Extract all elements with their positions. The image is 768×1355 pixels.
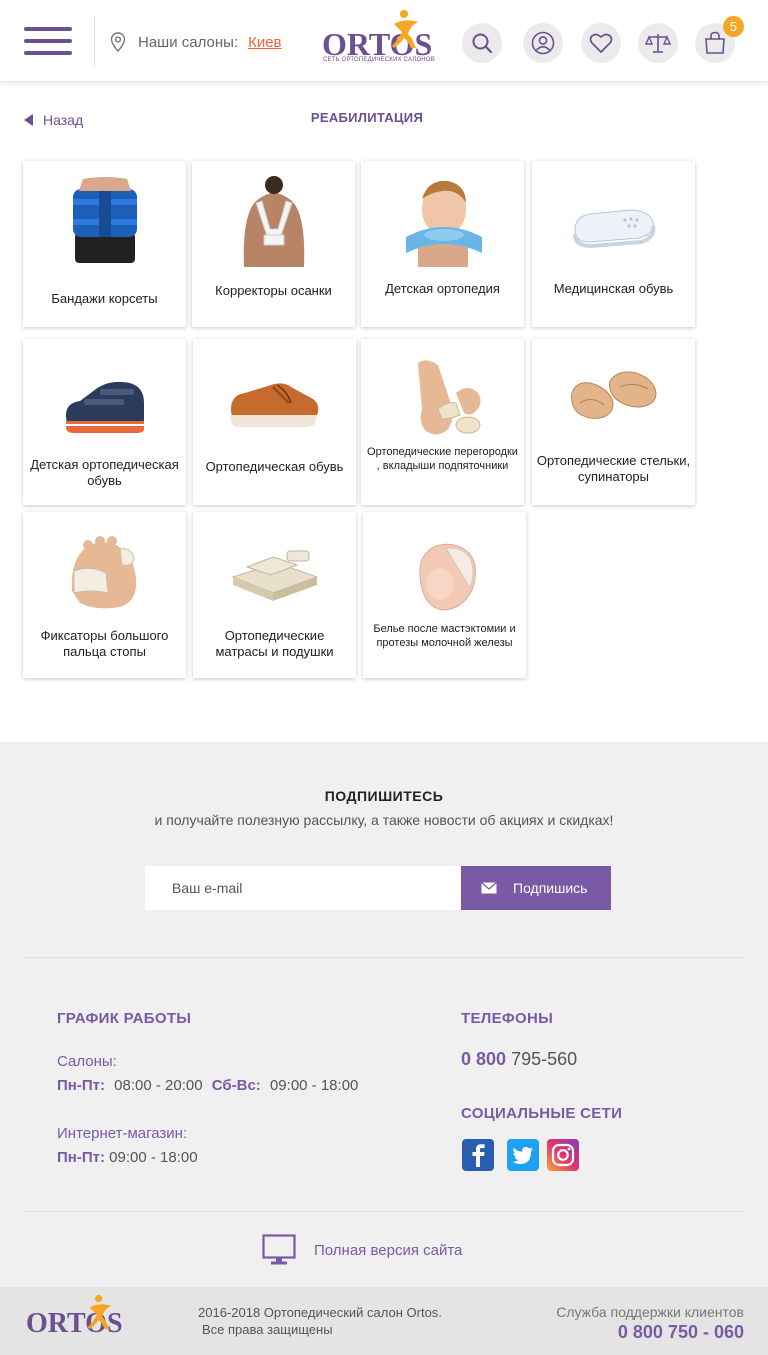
search-button[interactable] bbox=[462, 23, 502, 63]
phone-number[interactable]: 0 800 795-560 bbox=[461, 1049, 577, 1070]
monitor-icon bbox=[262, 1234, 296, 1265]
posture-corrector-image bbox=[192, 171, 355, 271]
logo-figure-icon bbox=[392, 10, 418, 48]
cart-count-badge: 5 bbox=[723, 16, 744, 37]
category-card-medical-shoes[interactable]: Медицинская обувь bbox=[532, 161, 695, 327]
heart-icon bbox=[589, 33, 613, 53]
weekend-label: Сб-Вс: bbox=[211, 1077, 261, 1094]
header: Наши салоны: Киев ORTOS СЕТЬ ОРТОПЕДИЧЕС… bbox=[0, 0, 768, 82]
city-link[interactable]: Киев bbox=[248, 34, 281, 51]
orthopedic-shoe-image bbox=[193, 349, 356, 449]
copyright-line2: Все права защищены bbox=[202, 1322, 333, 1337]
facebook-icon[interactable] bbox=[462, 1139, 494, 1171]
breast-prosthesis-image bbox=[363, 522, 526, 622]
category-label: Ортопедическая обувь bbox=[205, 459, 344, 474]
subscribe-text: и получайте полезную рассылку, а также н… bbox=[154, 812, 614, 828]
account-button[interactable] bbox=[523, 23, 563, 63]
support-phone[interactable]: 0 800 750 - 060 bbox=[520, 1322, 744, 1343]
weekdays-label: Пн-Пт: bbox=[57, 1077, 105, 1094]
location-pin-icon bbox=[110, 32, 126, 52]
category-label: Ортопедические перегородки , вкладыши по… bbox=[367, 446, 518, 472]
shop-days: Пн-Пт: bbox=[57, 1149, 105, 1166]
logo-figure-icon bbox=[87, 1294, 112, 1330]
subscribe-label: Подпишись bbox=[513, 880, 588, 896]
category-card-toe-separators[interactable]: Ортопедические перегородки , вкладыши по… bbox=[361, 339, 524, 505]
medical-clog-image bbox=[532, 171, 695, 271]
page-title: РЕАБИЛИТАЦИЯ bbox=[310, 110, 424, 125]
weekend-hours: 09:00 - 18:00 bbox=[269, 1077, 359, 1094]
salons-label: Наши салоны: bbox=[138, 33, 239, 51]
category-card-kids-shoes[interactable]: Детская ортопедическая обувь bbox=[23, 339, 186, 505]
full-version-label: Полная версия сайта bbox=[314, 1241, 463, 1259]
copyright: 2016-2018 Ортопедический салон Ortos. Вс… bbox=[198, 1304, 442, 1338]
envelope-icon bbox=[481, 882, 497, 894]
user-icon bbox=[531, 31, 555, 55]
menu-icon[interactable] bbox=[24, 27, 72, 57]
phones-title: ТЕЛЕФОНЫ bbox=[461, 1010, 554, 1027]
salons-hours-label: Салоны: bbox=[57, 1053, 117, 1070]
category-card-posture[interactable]: Корректоры осанки bbox=[192, 161, 355, 327]
social-title: СОЦИАЛЬНЫЕ СЕТИ bbox=[461, 1105, 623, 1122]
subscribe-button[interactable]: Подпишись bbox=[461, 866, 611, 910]
category-label: Корректоры осанки bbox=[215, 283, 332, 298]
salons-hours: Пн-Пт: 08:00 - 20:00 Сб-Вс: 09:00 - 18:0… bbox=[57, 1077, 358, 1094]
divider bbox=[24, 957, 744, 958]
email-field[interactable] bbox=[145, 866, 461, 910]
copyright-line1: 2016-2018 Ортопедический салон Ortos. bbox=[198, 1305, 442, 1320]
category-label: Ортопедические матрасы и подушки bbox=[215, 628, 334, 659]
footer-logo[interactable]: ORTOS bbox=[26, 1294, 126, 1345]
category-label: Бандажи корсеты bbox=[51, 291, 158, 306]
category-label: Белье после мастэктомии и протезы молочн… bbox=[373, 623, 516, 649]
compare-button[interactable] bbox=[638, 23, 678, 63]
logo-subtitle: СЕТЬ ОРТОПЕДИЧЕСКИХ САЛОНОВ bbox=[323, 57, 435, 63]
category-label: Ортопедические стельки, супинаторы bbox=[536, 453, 691, 484]
full-version-link[interactable]: Полная версия сайта bbox=[262, 1234, 462, 1266]
salons-selector: Наши салоны: Киев bbox=[110, 32, 282, 52]
category-label: Детская ортопедическая обувь bbox=[30, 457, 179, 488]
shop-hours-value: 09:00 - 18:00 bbox=[109, 1149, 198, 1166]
category-card-bandages[interactable]: Бандажи корсеты bbox=[23, 161, 186, 327]
category-card-toe-fixators[interactable]: Фиксаторы большого пальца стопы bbox=[23, 512, 186, 678]
toe-separator-image bbox=[361, 349, 524, 449]
search-icon bbox=[472, 33, 493, 54]
shopping-bag-icon bbox=[705, 31, 725, 54]
child-sandal-image bbox=[23, 349, 186, 449]
belt-image bbox=[23, 171, 186, 271]
category-label: Детская ортопедия bbox=[385, 281, 500, 296]
twitter-icon[interactable] bbox=[507, 1139, 539, 1171]
category-card-post-mastectomy[interactable]: Белье после мастэктомии и протезы молочн… bbox=[363, 512, 526, 678]
phone-prefix: 0 800 bbox=[461, 1049, 507, 1069]
schedule-title: ГРАФИК РАБОТЫ bbox=[57, 1010, 192, 1027]
favorites-button[interactable] bbox=[581, 23, 621, 63]
category-label: Фиксаторы большого пальца стопы bbox=[40, 628, 169, 659]
subscribe-title: ПОДПИШИТЕСЬ bbox=[324, 788, 444, 804]
shop-hours: Пн-Пт: 09:00 - 18:00 bbox=[57, 1149, 198, 1166]
scales-icon bbox=[645, 34, 671, 53]
category-label: Медицинская обувь bbox=[553, 281, 674, 296]
toe-fixator-image bbox=[23, 522, 186, 622]
shop-hours-label: Интернет-магазин: bbox=[57, 1125, 188, 1142]
support-label: Служба поддержки клиентов bbox=[556, 1304, 744, 1320]
divider bbox=[24, 1211, 744, 1212]
instagram-icon[interactable] bbox=[547, 1139, 579, 1171]
header-divider bbox=[94, 16, 95, 66]
child-neck-collar-image bbox=[361, 171, 524, 271]
weekdays-hours: 08:00 - 20:00 bbox=[114, 1077, 203, 1094]
category-card-kids[interactable]: Детская ортопедия bbox=[361, 161, 524, 327]
category-card-ortho-shoes[interactable]: Ортопедическая обувь bbox=[193, 339, 356, 505]
category-card-mattresses[interactable]: Ортопедические матрасы и подушки bbox=[193, 512, 356, 678]
ortos-logo[interactable]: ORTOS СЕТЬ ОРТОПЕДИЧЕСКИХ САЛОНОВ bbox=[320, 8, 435, 68]
phone-digits: 795-560 bbox=[511, 1049, 578, 1069]
category-card-insoles[interactable]: Ортопедические стельки, супинаторы bbox=[532, 339, 695, 505]
mattress-image bbox=[193, 522, 356, 622]
insoles-image bbox=[532, 349, 695, 449]
